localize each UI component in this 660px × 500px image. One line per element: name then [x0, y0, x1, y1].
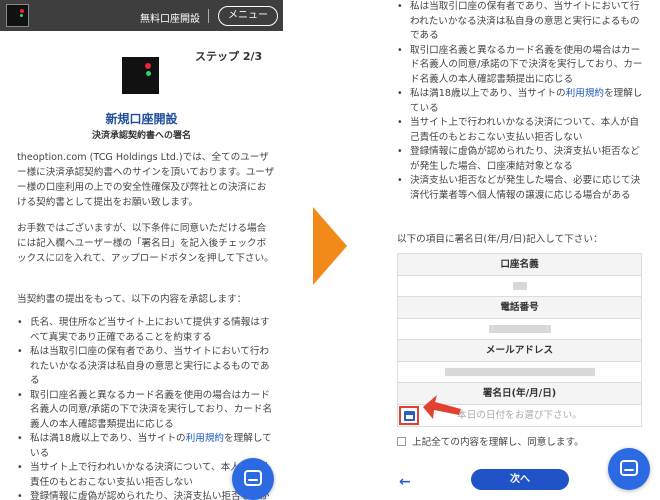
chat-button[interactable]: [608, 448, 650, 490]
list-item: 決済支払い拒否などが発生した場合、必要に応じて決済代行業者等へ個人情報の譲渡に応…: [397, 174, 643, 203]
list-item: 当サイト上で行われいかなる決済について、本人が自己責任のもとおこない支払い拒否し…: [397, 116, 643, 145]
agree-checkbox[interactable]: [397, 436, 406, 446]
pointer-arrow-icon: [423, 395, 461, 419]
brand-logo-icon[interactable]: [6, 4, 29, 27]
chat-icon: [620, 460, 638, 476]
terms-link[interactable]: 利用規約: [186, 433, 224, 444]
calendar-icon[interactable]: [399, 405, 419, 425]
menu-button[interactable]: メニュー: [218, 6, 278, 26]
account-name-label: 口座名義: [398, 254, 641, 276]
list-item: 私は当取引口座の保有者であり、当サイトにおいて行われたいかなる決済は私自身の意思…: [17, 345, 275, 389]
list-item: 私は満18歳以上であり、当サイトの利用規約を理解している: [397, 87, 643, 116]
next-button[interactable]: 次へ: [471, 469, 569, 490]
email-label: メールアドレス: [398, 340, 641, 362]
list-item: 登録情報に虚偽が認められたり、決済支払い拒否などが発生した場合、口座凍結対象とな…: [397, 145, 643, 174]
list-item: 取引口座名義と異なるカード名義を使用の場合はカード名義人の同意/承諾の下で決済を…: [397, 44, 643, 88]
list-item-text: 私は満18歳以上であり、当サイトの: [410, 88, 566, 99]
agree-checkbox-row[interactable]: 上記全ての内容を理解し、同意します。: [397, 434, 584, 448]
terms-link[interactable]: 利用規約: [566, 88, 604, 99]
email-value: [398, 361, 641, 383]
intro-paragraph: theoption.com (TCG Holdings Ltd.)では、全てのユ…: [17, 152, 275, 208]
divider: [208, 9, 209, 23]
page-subtitle: 決済承認契約書への署名: [91, 131, 191, 141]
list-item-text: 私は満18歳以上であり、当サイトの: [30, 433, 186, 444]
list-item: 私は満18歳以上であり、当サイトの利用規約を理解している: [17, 432, 275, 461]
consent-heading: 当契約書の提出をもって、以下の内容を承認します：: [17, 294, 247, 305]
back-button[interactable]: ←: [399, 474, 411, 490]
open-account-link[interactable]: 無料口座開設: [140, 10, 200, 25]
list-item: 取引口座名義と異なるカード名義を使用の場合はカード名義人の同意/承諾の下で決済を…: [17, 389, 275, 433]
list-item: 氏名、現住所など当サイト上において提供する情報はすべて真実であり正確であることを…: [17, 316, 275, 345]
step-indicator: ステップ 2/3: [195, 50, 263, 63]
chat-icon: [244, 470, 262, 486]
page-title: 新規口座開設: [105, 112, 178, 126]
date-instruction: 以下の項目に署名日(年/月/日)記入して下さい：: [397, 234, 603, 245]
top-bar: 無料口座開設 メニュー: [0, 0, 283, 31]
next-step-arrow-icon: [313, 207, 347, 285]
right-phone-screen: 私は当取引口座の保有者であり、当サイトにおいて行われたいかなる決済は私自身の意思…: [384, 0, 660, 500]
account-name-value: [398, 275, 641, 297]
phone-label: 電話番号: [398, 297, 641, 319]
left-phone-screen: 無料口座開設 メニュー ステップ 2/3 新規口座開設 決済承認契約書への署名 …: [0, 0, 283, 500]
date-placeholder: 本日の日付をお選び下さい。: [457, 409, 582, 421]
brand-logo-icon: [122, 57, 159, 94]
chat-button[interactable]: [232, 458, 274, 500]
phone-value: [398, 318, 641, 340]
instruction-paragraph: お手数ではございますが、以下条件に同意いただける場合には記入欄へユーザー様の「署…: [17, 223, 274, 264]
terms-list: 私は当取引口座の保有者であり、当サイトにおいて行われたいかなる決済は私自身の意思…: [397, 0, 643, 203]
agree-label: 上記全ての内容を理解し、同意します。: [412, 437, 584, 448]
list-item: 私は当取引口座の保有者であり、当サイトにおいて行われたいかなる決済は私自身の意思…: [397, 0, 643, 44]
